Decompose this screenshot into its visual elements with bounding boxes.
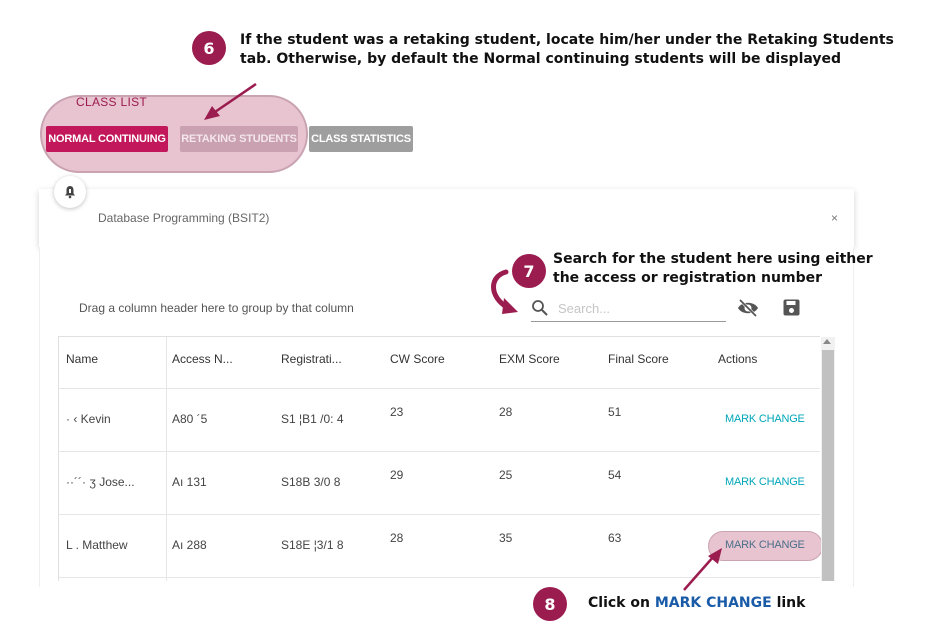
bell-icon[interactable] xyxy=(54,176,86,208)
arrow-to-mark-change-icon xyxy=(683,548,722,591)
cell-exm-score: 25 xyxy=(499,468,513,482)
header-access-number[interactable]: Access N... xyxy=(172,352,233,366)
step-8-highlight: MARK CHANGE xyxy=(654,595,772,611)
name-column-separator xyxy=(166,337,167,581)
cell-exm-score: 28 xyxy=(499,405,513,419)
save-icon[interactable] xyxy=(783,299,800,316)
step-8-prefix: Click on xyxy=(588,595,655,611)
cell-name: L . Matthew xyxy=(66,538,128,552)
search-icon xyxy=(532,300,548,316)
cell-cw-score: 29 xyxy=(390,468,404,482)
step-8-suffix: link xyxy=(771,595,806,611)
step-7-text-line1: Search for the student here using either xyxy=(553,251,873,267)
header-exm-score[interactable]: EXM Score xyxy=(499,352,560,366)
arrow-to-retaking-icon xyxy=(204,82,257,120)
search-input[interactable] xyxy=(558,298,723,318)
curved-arrow-icon xyxy=(491,269,518,314)
header-final-score[interactable]: Final Score xyxy=(608,352,669,366)
step-6-badge: 6 xyxy=(192,31,226,65)
mark-change-link[interactable]: MARK CHANGE xyxy=(725,539,805,551)
cell-access: Aı 131 xyxy=(172,475,207,489)
course-title: Database Programming (BSIT2) xyxy=(98,211,270,225)
tab-class-statistics[interactable]: CLASS STATISTICS xyxy=(309,126,413,152)
scroll-up-icon[interactable] xyxy=(823,339,831,344)
cell-access: Aı 288 xyxy=(172,538,207,552)
tab-normal-continuing[interactable]: NORMAL CONTINUING xyxy=(46,126,168,152)
eye-off-icon[interactable] xyxy=(737,298,759,318)
mark-change-link[interactable]: MARK CHANGE xyxy=(725,413,805,425)
step-6-text-line1: If the student was a retaking student, l… xyxy=(240,32,894,48)
step-6-callout: If the student was a retaking student, l… xyxy=(240,31,930,69)
row-divider xyxy=(58,514,820,515)
mark-change-link[interactable]: MARK CHANGE xyxy=(725,476,805,488)
step-8-callout: Click on MARK CHANGE link xyxy=(588,594,918,613)
cell-cw-score: 23 xyxy=(390,405,404,419)
cell-name: · ‹ Kevin xyxy=(66,412,111,426)
step-6-text-line2: tab. Otherwise, by default the Normal co… xyxy=(240,51,842,67)
cell-final-score: 51 xyxy=(608,405,622,419)
header-cw-score[interactable]: CW Score xyxy=(390,352,445,366)
cell-registration: S18E ¦3/1 8 xyxy=(281,538,344,552)
header-actions: Actions xyxy=(718,352,758,366)
row-divider xyxy=(58,451,820,452)
cell-registration: S18B 3/0 8 xyxy=(281,475,341,489)
cell-cw-score: 28 xyxy=(390,531,404,545)
class-list-title: CLASS LIST xyxy=(76,95,148,109)
cell-final-score: 63 xyxy=(608,531,622,545)
cell-access: A80 ´5 xyxy=(172,412,208,426)
header-name[interactable]: Name xyxy=(66,352,98,366)
cell-exm-score: 35 xyxy=(499,531,513,545)
cell-registration: S1 ¦B1 /0: 4 xyxy=(281,412,344,426)
close-icon[interactable]: × xyxy=(831,211,838,225)
grid-scrollbar-thumb[interactable] xyxy=(822,350,834,581)
step-7-text-line2: the access or registration number xyxy=(553,270,822,286)
step-7-callout: Search for the student here using either… xyxy=(553,250,893,288)
search-underline xyxy=(531,321,726,322)
group-by-hint: Drag a column header here to group by th… xyxy=(79,301,354,315)
step-8-badge: 8 xyxy=(533,587,567,621)
header-registration[interactable]: Registrati... xyxy=(281,352,342,366)
cell-name: ··´´· ʒ Jose... xyxy=(66,475,135,489)
cell-final-score: 54 xyxy=(608,468,622,482)
header-row-divider xyxy=(58,388,820,389)
